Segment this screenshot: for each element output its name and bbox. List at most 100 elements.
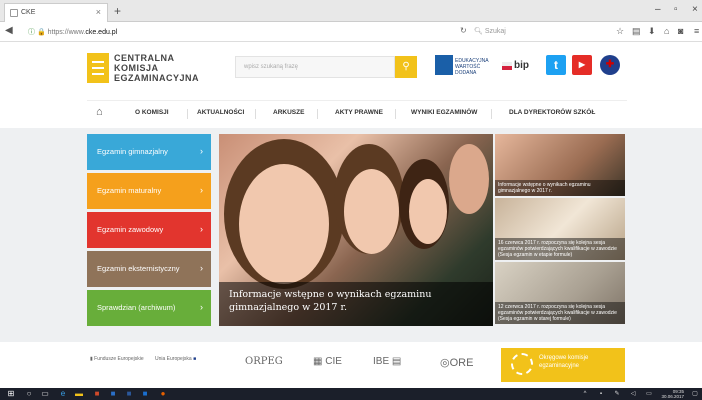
exam-button-gimnazjalny[interactable]: Egzamin gimnazjalny › — [87, 134, 211, 170]
minimize-button[interactable]: – — [655, 4, 661, 15]
home-icon[interactable]: ⌂ — [664, 26, 669, 36]
photo-student-face — [239, 164, 329, 284]
ibe-logo[interactable]: IBE ▤ — [373, 356, 401, 367]
favicon-icon — [10, 9, 18, 17]
okegz-line-2: egzaminacyjne — [539, 363, 580, 369]
orpeg-logo[interactable]: ORPEG — [245, 356, 283, 367]
exam-button-eksternistyczny[interactable]: Egzamin eksternistyczny › — [87, 251, 211, 287]
browser-tab[interactable]: CKE × — [4, 3, 108, 22]
ore-logo[interactable]: ◎ORE — [440, 356, 473, 369]
exam-button-zawodowy[interactable]: Egzamin zawodowy › — [87, 212, 211, 248]
taskbar-clock[interactable]: 09:35 30.06.2017 — [661, 389, 684, 399]
tray-chevron-icon[interactable]: ^ — [580, 389, 590, 399]
cke-logo-text[interactable]: CENTRALNA KOMISJA EGZAMINACYJNA — [114, 53, 199, 83]
url-domain: cke.edu.pl — [85, 29, 118, 36]
app-icon[interactable]: ■ — [108, 389, 118, 399]
search-icon: 🔍︎ — [474, 28, 485, 35]
close-window-button[interactable]: × — [692, 4, 698, 15]
menu-item-dla-dyrektorow[interactable]: DLA DYREKTORÓW SZKÓŁ — [509, 109, 595, 116]
reload-icon[interactable]: ↻ — [460, 26, 467, 35]
menu-item-akty-prawne[interactable]: AKTY PRAWNE — [335, 109, 383, 116]
chevron-right-icon: › — [200, 146, 203, 156]
browser-tab-bar: CKE × + – ▫ × — [0, 0, 702, 22]
search-icon[interactable]: ○ — [24, 389, 34, 399]
partner-line-3: DODANA — [455, 70, 477, 76]
tab-close-icon[interactable]: × — [96, 7, 101, 17]
fundusze-europejskie-logo[interactable]: ▮ Fundusze Europejskie — [90, 356, 144, 362]
pen-icon[interactable]: ✎ — [612, 389, 622, 399]
app-icon[interactable]: ■ — [140, 389, 150, 399]
edukacyjna-wartosc-dodana-logo[interactable] — [435, 55, 453, 75]
bip-link[interactable]: bip — [502, 60, 532, 74]
news-item[interactable]: 12 czerwca 2017 r. rozpoczyna się kolejn… — [495, 262, 625, 324]
exam-button-label: Egzamin eksternistyczny — [97, 264, 180, 273]
word-icon[interactable]: ■ — [124, 389, 134, 399]
reading-list-icon[interactable]: ▤ — [632, 26, 641, 37]
menu-item-o-komisji[interactable]: O KOMISJI — [135, 109, 169, 116]
cie-logo[interactable]: ▦ CIE — [313, 356, 342, 367]
task-view-icon[interactable]: ▭ — [40, 389, 50, 399]
site-search-input[interactable]: wpisz szukaną frazę — [235, 56, 395, 78]
youtube-icon[interactable]: ▶ — [572, 55, 592, 75]
cie-label: CIE — [325, 356, 342, 367]
maximize-button[interactable]: ▫ — [674, 4, 678, 15]
main-menu: ⌂ O KOMISJI AKTUALNOŚCI ARKUSZE AKTY PRA… — [87, 100, 627, 126]
search-icon: ⚲ — [402, 61, 410, 72]
new-tab-button[interactable]: + — [114, 4, 121, 18]
exam-button-label: Egzamin gimnazjalny — [97, 147, 168, 156]
address-bar[interactable]: ⓘ 🔒 https://www.cke.edu.pl — [28, 25, 454, 39]
news-item[interactable]: Informacje wstępne o wynikach egzaminu g… — [495, 134, 625, 196]
home-icon[interactable]: ⌂ — [96, 106, 103, 118]
network-icon[interactable]: ▪ — [596, 389, 606, 399]
unia-europejska-logo[interactable]: Unia Europejska ■ — [155, 356, 196, 362]
pocket-icon[interactable]: ◙ — [678, 26, 683, 36]
exam-button-sprawdzian[interactable]: Sprawdzian (archiwum) › — [87, 290, 211, 326]
banner-caption[interactable]: Informacje wstępne o wynikach egzaminu g… — [219, 282, 493, 326]
folder-icon[interactable]: ▬ — [74, 389, 84, 399]
keyboard-icon[interactable]: ▭ — [644, 389, 654, 399]
news-caption: 12 czerwca 2017 r. rozpoczyna się kolejn… — [495, 302, 625, 324]
news-item[interactable]: 16 czerwca 2017 r. rozpoczyna się kolejn… — [495, 198, 625, 260]
notifications-icon[interactable]: ▢ — [690, 389, 700, 399]
site-search-button[interactable]: ⚲ — [395, 56, 417, 78]
star-icon[interactable]: ☆ — [616, 26, 624, 37]
news-caption: Informacje wstępne o wynikach egzaminu g… — [495, 180, 625, 196]
download-icon[interactable]: ⬇ — [648, 26, 656, 37]
menu-item-wyniki-egzaminow[interactable]: WYNIKI EGZAMINÓW — [411, 109, 477, 116]
exam-button-label: Sprawdzian (archiwum) — [97, 303, 176, 312]
tab-title: CKE — [21, 9, 36, 16]
partner-text: EDUKACYJNA WARTOŚĆ DODANA — [455, 58, 489, 76]
app-icon[interactable]: ■ — [92, 389, 102, 399]
menu-item-aktualnosci[interactable]: AKTUALNOŚCI — [197, 109, 244, 116]
ue-label: Unia Europejska — [155, 356, 192, 362]
exam-button-label: Egzamin zawodowy — [97, 225, 164, 234]
twitter-icon[interactable]: t — [546, 55, 566, 75]
logo-line-1: CENTRALNA — [114, 53, 175, 63]
browser-search-box[interactable]: 🔍︎ Szukaj — [470, 25, 610, 39]
firefox-icon[interactable]: ● — [158, 389, 168, 399]
menu-item-arkusze[interactable]: ARKUSZE — [273, 109, 304, 116]
photo-student-face — [344, 169, 399, 254]
browser-nav-bar: ◀ ⓘ 🔒 https://www.cke.edu.pl ↻ 🔍︎ Szukaj… — [0, 22, 702, 42]
edge-icon[interactable]: e — [58, 389, 68, 399]
menu-icon[interactable]: ≡ — [694, 26, 699, 36]
fundusze-label: Fundusze Europejskie — [94, 356, 144, 362]
clock-date: 30.06.2017 — [661, 394, 684, 399]
url-prefix: https://www. — [47, 29, 86, 36]
windows-start-icon[interactable]: ⊞ — [6, 389, 16, 399]
banner-caption-line-1: Informacje wstępne o wynikach egzaminu — [229, 289, 432, 300]
news-caption: 16 czerwca 2017 r. rozpoczyna się kolejn… — [495, 238, 625, 260]
ibe-label: IBE — [373, 356, 390, 367]
chevron-right-icon: › — [200, 263, 203, 273]
banner-caption-line-2: gimnazjalnego w 2017 r. — [229, 302, 347, 313]
okregowe-komisje-link[interactable]: Okręgowe komisje egzaminacyjne — [501, 348, 625, 382]
main-banner[interactable]: Informacje wstępne o wynikach egzaminu g… — [219, 134, 493, 326]
exam-button-label: Egzamin maturalny — [97, 186, 162, 195]
uk-flag-icon[interactable]: ✚ — [600, 55, 620, 75]
flag-red — [502, 66, 512, 70]
cke-logo-icon[interactable] — [87, 53, 109, 83]
back-arrow-icon[interactable]: ◀ — [5, 25, 13, 36]
volume-icon[interactable]: ◁ — [628, 389, 638, 399]
exam-button-maturalny[interactable]: Egzamin maturalny › — [87, 173, 211, 209]
photo-student-face — [449, 144, 489, 214]
